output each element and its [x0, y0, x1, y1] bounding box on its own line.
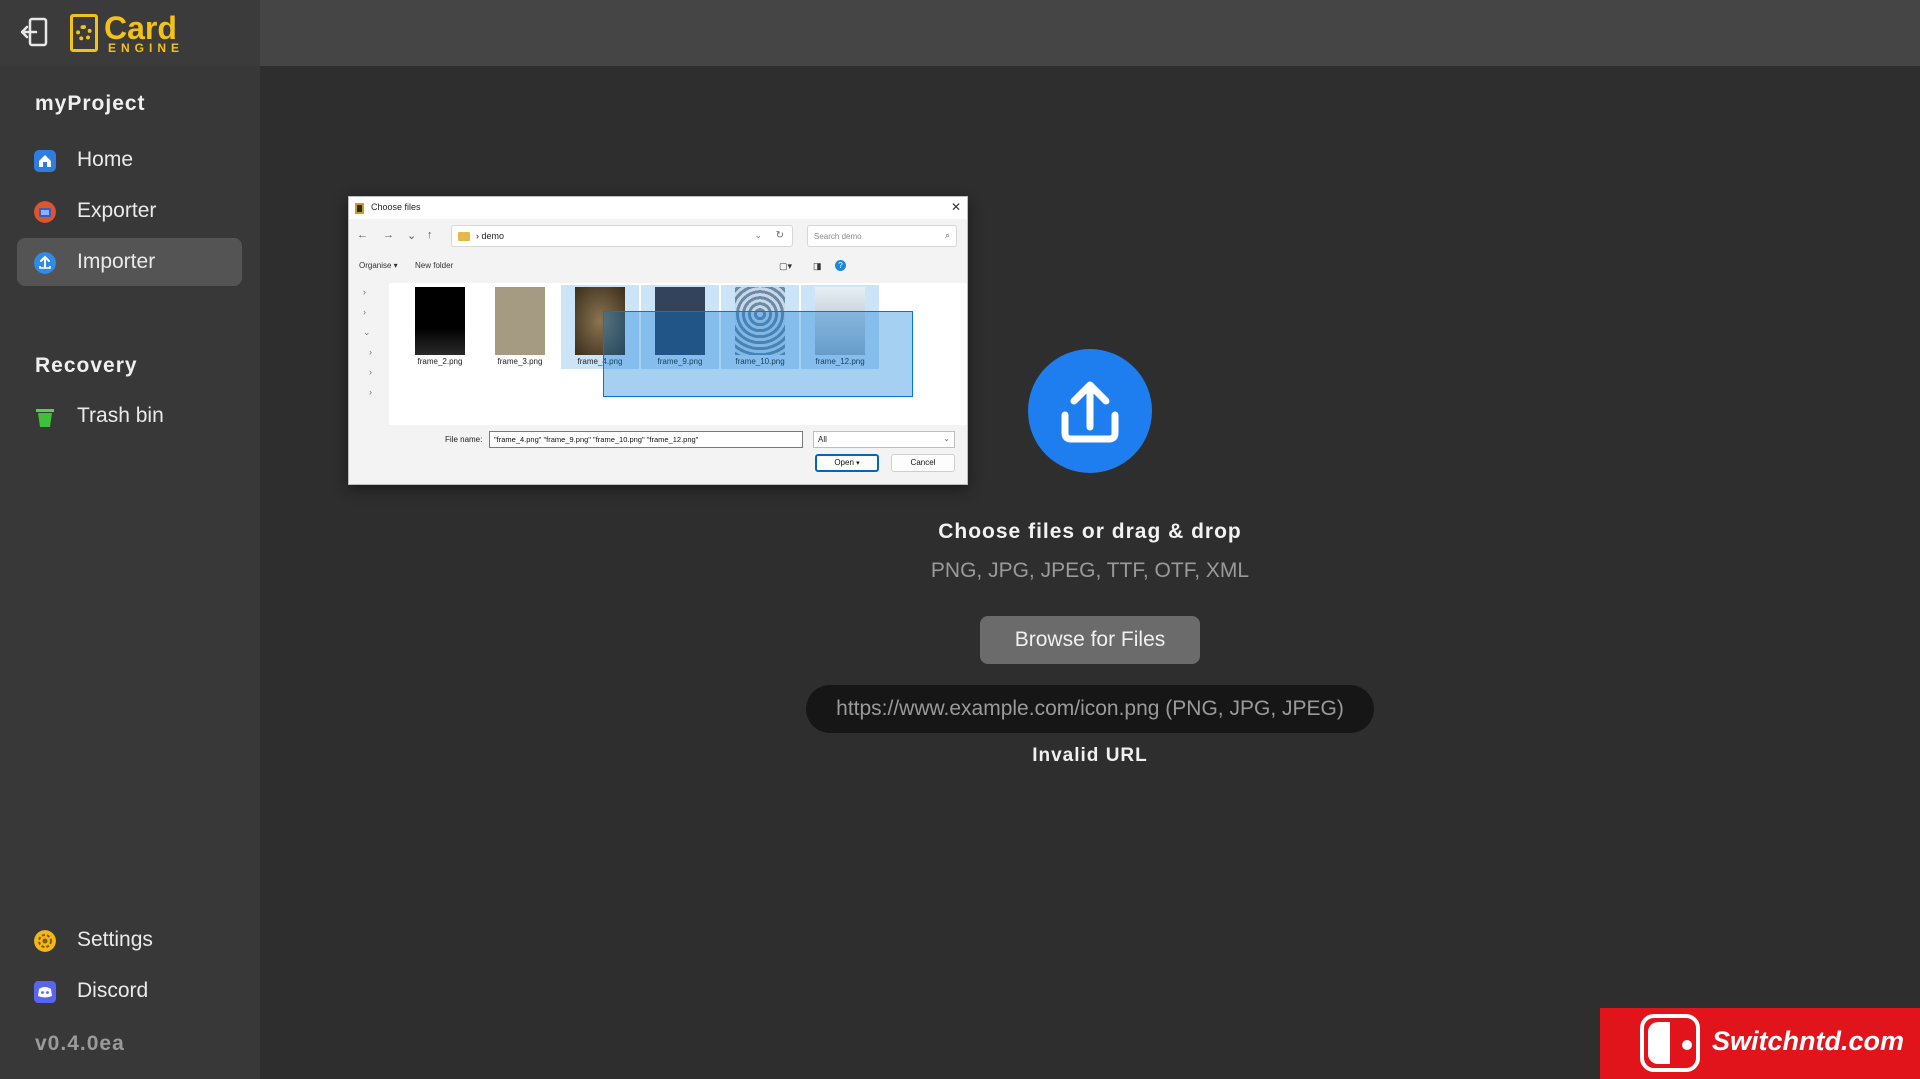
home-icon: [34, 150, 56, 172]
url-error-message: Invalid URL: [1032, 745, 1148, 766]
file-type-value: All: [818, 435, 827, 444]
sidebar-item-importer[interactable]: Importer: [17, 238, 242, 286]
sidebar-item-home[interactable]: Home: [17, 136, 242, 184]
search-placeholder: Search demo: [814, 232, 862, 241]
help-icon[interactable]: ?: [835, 260, 846, 271]
dialog-footer: File name: "frame_4.png" "frame_9.png" "…: [349, 429, 967, 485]
sidebar-item-label: Settings: [77, 928, 153, 951]
url-input[interactable]: [806, 685, 1374, 733]
settings-icon: [34, 930, 56, 952]
choose-files-dialog: Choose files ✕ ← → ⌄ ↑ › demo ⌄ ↻ Search…: [348, 196, 968, 485]
file-name-input[interactable]: "frame_4.png" "frame_9.png" "frame_10.pn…: [489, 431, 803, 448]
top-bar: Card ENGINE: [0, 0, 1920, 66]
trash-icon: [36, 409, 54, 427]
dialog-titlebar: Choose files ✕: [349, 197, 967, 219]
back-arrow-icon[interactable]: ←: [357, 229, 368, 241]
sidebar-item-label: Discord: [77, 979, 149, 1002]
file-name: frame_2.png: [417, 357, 463, 366]
sidebar: myProject Home Exporter Importer Recover…: [0, 66, 260, 1079]
dialog-nav-bar: ← → ⌄ ↑ › demo ⌄ ↻ Search demo ⌕: [349, 225, 967, 249]
chevron-down-icon[interactable]: ⌄: [407, 229, 416, 242]
watermark-text: Switchntd.com: [1712, 1026, 1905, 1056]
logo-badge-icon: [70, 14, 98, 52]
discord-icon: [34, 981, 56, 1003]
search-input[interactable]: Search demo ⌕: [807, 225, 957, 247]
exporter-icon: [34, 201, 56, 223]
upload-icon: [1061, 381, 1119, 443]
file-item[interactable]: frame_2.png: [401, 285, 479, 369]
breadcrumb: › demo: [476, 231, 505, 241]
view-icon[interactable]: ▢▾: [779, 261, 792, 272]
watermark: Switchntd.com: [1600, 1008, 1920, 1079]
sidebar-item-trash-bin[interactable]: Trash bin: [17, 392, 242, 440]
sidebar-item-settings[interactable]: Settings: [17, 916, 242, 964]
preview-pane-icon[interactable]: ◨: [813, 261, 822, 272]
app-icon: [355, 203, 364, 214]
selection-marquee: [603, 311, 913, 397]
cancel-button[interactable]: Cancel: [891, 454, 955, 472]
up-arrow-icon[interactable]: ↑: [427, 229, 433, 241]
address-bar[interactable]: › demo ⌄ ↻: [451, 225, 793, 247]
close-icon[interactable]: ✕: [951, 200, 961, 214]
importer-icon: [34, 252, 56, 274]
browse-files-button[interactable]: Browse for Files: [980, 616, 1200, 664]
chevron-right-icon[interactable]: ›: [363, 307, 366, 317]
top-bar-brand-area: Card ENGINE: [0, 0, 260, 66]
file-grid: frame_2.png frame_3.png frame_4.png fram…: [389, 283, 967, 425]
file-name-label: File name:: [445, 435, 483, 444]
recovery-title: Recovery: [35, 354, 138, 377]
new-folder-button[interactable]: New folder: [415, 261, 453, 270]
version-label: v0.4.0ea: [35, 1032, 125, 1055]
chevron-right-icon[interactable]: ›: [369, 387, 372, 397]
drop-zone-title: Choose files or drag & drop: [938, 520, 1242, 543]
search-icon: ⌕: [944, 230, 950, 240]
sidebar-item-label: Exporter: [77, 199, 157, 222]
file-thumbnail: [495, 287, 545, 355]
file-item[interactable]: frame_3.png: [481, 285, 559, 369]
dialog-toolbar: Organise ▾ New folder ▢▾ ◨ ?: [349, 257, 967, 277]
organise-menu[interactable]: Organise ▾: [359, 261, 398, 270]
project-title: myProject: [35, 92, 146, 115]
chevron-right-icon[interactable]: ›: [363, 287, 366, 297]
folder-icon: [458, 232, 470, 241]
chevron-down-icon[interactable]: ⌄: [754, 230, 762, 241]
sidebar-item-exporter[interactable]: Exporter: [17, 187, 242, 235]
file-thumbnail: [415, 287, 465, 355]
file-name: frame_3.png: [497, 357, 543, 366]
exit-icon[interactable]: [18, 14, 54, 50]
sidebar-item-label: Trash bin: [77, 404, 164, 427]
open-button[interactable]: Open ▾: [815, 454, 879, 472]
sidebar-item-discord[interactable]: Discord: [17, 967, 242, 1015]
supported-types: PNG, JPG, JPEG, TTF, OTF, XML: [930, 559, 1250, 582]
card-engine-logo: Card ENGINE: [70, 10, 190, 55]
sidebar-item-label: Importer: [77, 250, 156, 273]
chevron-right-icon[interactable]: ›: [369, 347, 372, 357]
upload-button[interactable]: [1028, 349, 1152, 473]
navigation-pane: › › ⌄ › › ›: [349, 283, 389, 425]
switch-logo-icon: [1640, 1014, 1700, 1072]
chevron-down-icon[interactable]: ⌄: [363, 327, 371, 338]
refresh-icon[interactable]: ↻: [776, 230, 784, 241]
chevron-down-icon: ⌄: [943, 434, 950, 443]
chevron-right-icon[interactable]: ›: [369, 367, 372, 377]
sidebar-item-label: Home: [77, 148, 134, 171]
forward-arrow-icon[interactable]: →: [383, 229, 394, 241]
file-type-select[interactable]: All ⌄: [813, 431, 955, 448]
logo-subtitle: ENGINE: [108, 41, 185, 55]
dialog-title: Choose files: [371, 202, 421, 212]
